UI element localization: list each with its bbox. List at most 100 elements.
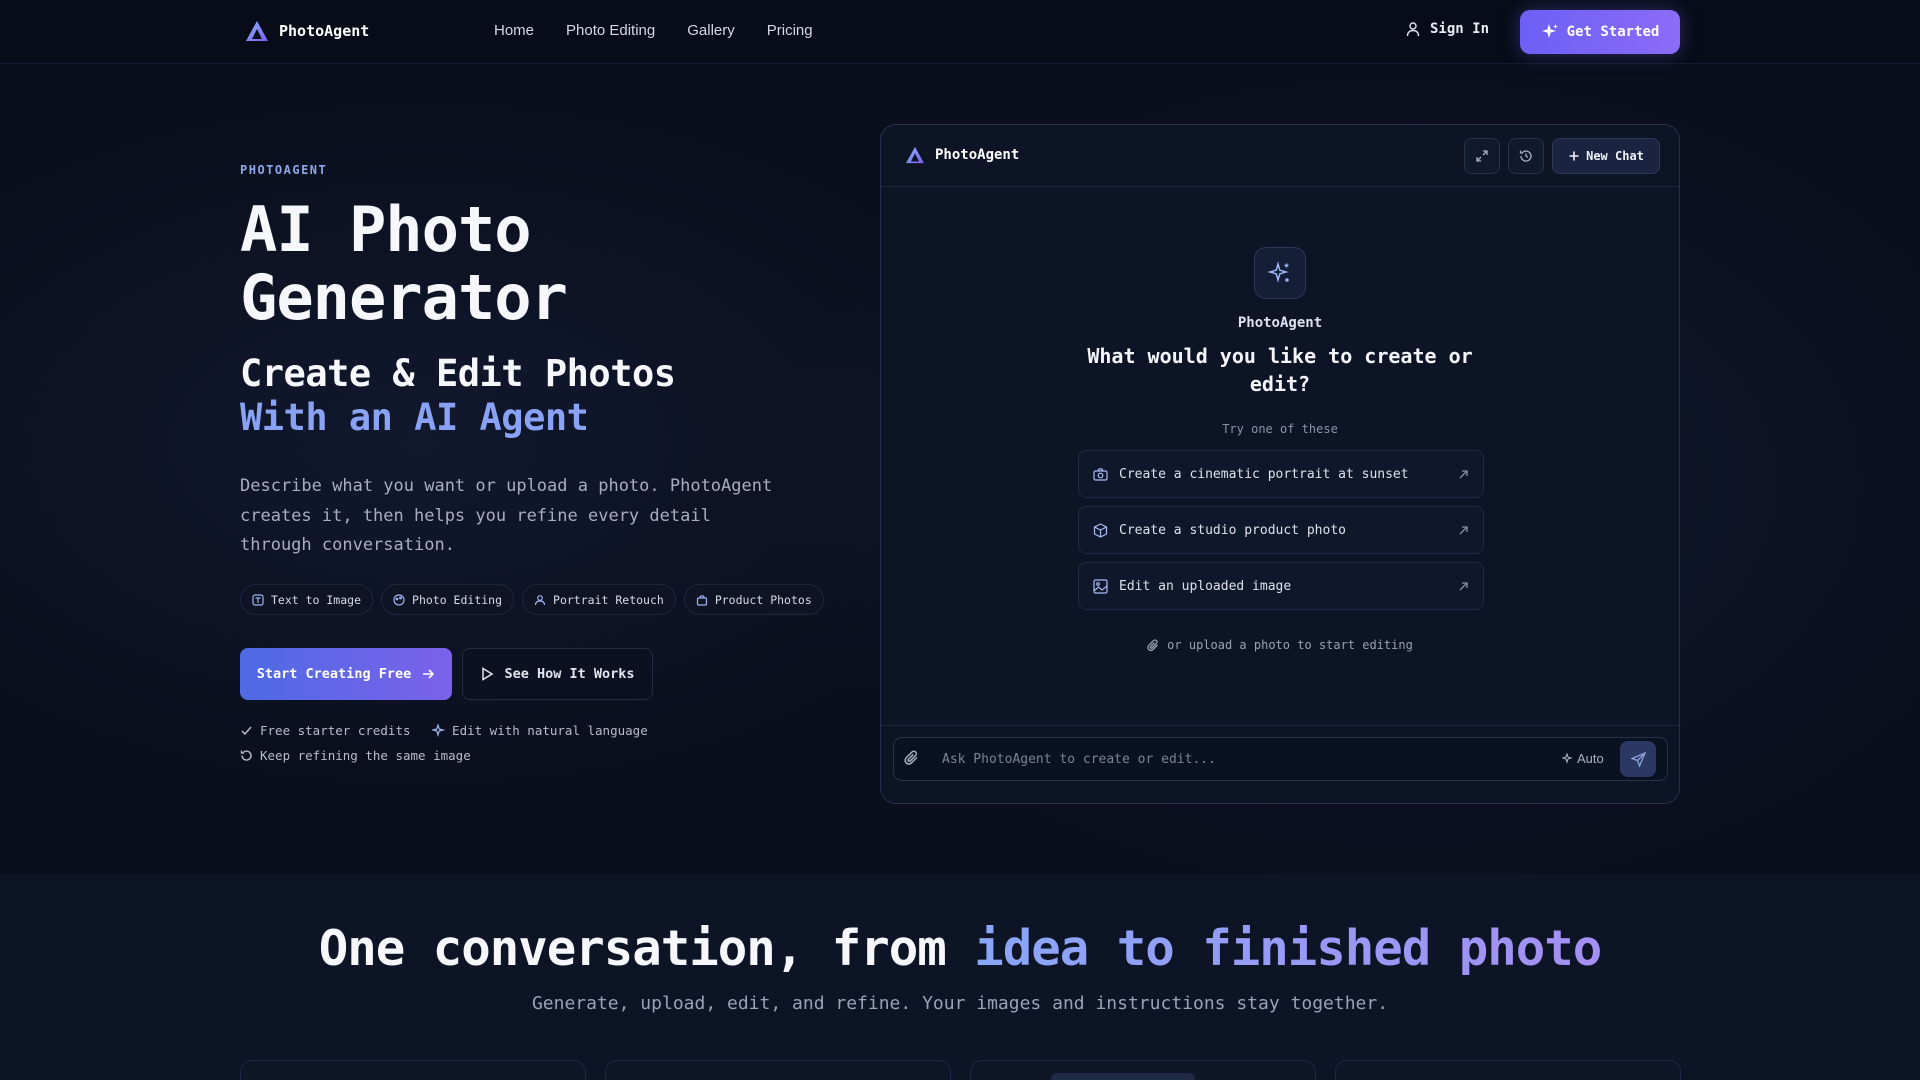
- plus-icon: [1569, 151, 1579, 161]
- chat-header: PhotoAgent New Chat: [881, 125, 1679, 187]
- chat-prompt-text: What would you like to create or edit?: [1087, 344, 1473, 396]
- hero-eyebrow: PHOTOAGENT: [240, 163, 328, 177]
- chip-portrait-retouch[interactable]: Portrait Retouch: [522, 584, 676, 615]
- feature-chips: Text to Image Photo Editing Portrait Ret…: [240, 584, 824, 615]
- section-title: One conversation, from idea to finished …: [0, 920, 1920, 977]
- hero-title: AI Photo Generator: [240, 196, 800, 332]
- brand-logo[interactable]: PhotoAgent: [245, 20, 369, 42]
- text-image-icon: [252, 593, 264, 606]
- feature-card: [605, 1060, 951, 1080]
- shopping-bag-icon: [696, 594, 707, 606]
- features-section-background: [0, 874, 1920, 1080]
- upload-photo-link[interactable]: or upload a photo to start editing: [881, 638, 1679, 652]
- chat-composer: Auto: [881, 725, 1679, 803]
- agent-name: PhotoAgent: [1237, 315, 1323, 331]
- mode-selector[interactable]: Auto: [1562, 751, 1604, 766]
- play-icon: [482, 667, 494, 681]
- paperclip-icon: [904, 750, 918, 765]
- attach-button[interactable]: [904, 750, 920, 770]
- start-creating-label: Start Creating Free: [256, 666, 412, 682]
- main-nav: Home Photo Editing Gallery Pricing: [494, 22, 813, 39]
- perk-label: Keep refining the same image: [260, 748, 471, 763]
- arrow-up-right-icon: [1459, 525, 1468, 534]
- paperclip-icon: [1147, 638, 1159, 651]
- suggestion-item[interactable]: Create a studio product photo: [1078, 506, 1484, 554]
- image-edit-icon: [1093, 578, 1108, 594]
- new-chat-label: New Chat: [1586, 149, 1644, 163]
- suggestion-label: Edit an uploaded image: [1119, 578, 1292, 594]
- sparkle-icon: [1562, 753, 1573, 764]
- agent-avatar: [1254, 247, 1306, 299]
- chat-input-box: Auto: [893, 737, 1668, 781]
- triangle-logo-icon: [246, 21, 268, 41]
- hero-title-line-2: Generator: [240, 261, 568, 334]
- chip-label: Portrait Retouch: [553, 592, 664, 607]
- chat-header-title: PhotoAgent: [935, 147, 1020, 163]
- start-creating-button[interactable]: Start Creating Free: [240, 648, 452, 700]
- new-chat-button[interactable]: New Chat: [1552, 138, 1660, 174]
- try-label: Try one of these: [1222, 422, 1338, 436]
- check-icon: [241, 726, 252, 736]
- mode-label: Auto: [1577, 751, 1604, 766]
- suggestion-item[interactable]: Create a cinematic portrait at sunset: [1078, 450, 1484, 498]
- chip-label: Photo Editing: [412, 592, 503, 607]
- expand-icon: [1476, 150, 1488, 162]
- triangle-logo-icon: [906, 146, 924, 164]
- perk-item: Edit with natural language: [432, 723, 648, 738]
- chip-text-to-image[interactable]: Text to Image: [240, 584, 374, 615]
- nav-link-photo-editing[interactable]: Photo Editing: [566, 22, 655, 39]
- history-icon: [1519, 150, 1532, 162]
- section-title-plain: One conversation, from: [318, 920, 975, 977]
- sparkle-icon: [1268, 261, 1289, 283]
- history-button[interactable]: [1508, 138, 1544, 174]
- chip-label: Product Photos: [714, 592, 812, 607]
- user-icon: [1406, 22, 1420, 37]
- sign-in-button[interactable]: Sign In: [1405, 21, 1489, 37]
- perk-item: Keep refining the same image: [240, 748, 471, 763]
- hero-subtitle-line-2: With an AI Agent: [240, 396, 589, 439]
- suggestion-label: Create a cinematic portrait at sunset: [1119, 466, 1409, 482]
- palette-icon: [393, 593, 405, 606]
- chip-label: Text to Image: [271, 592, 362, 607]
- get-started-button[interactable]: Get Started: [1520, 10, 1680, 54]
- hero-description: Describe what you want or upload a photo…: [240, 476, 773, 555]
- card-tab: [1051, 1073, 1195, 1080]
- section-subtitle: Generate, upload, edit, and refine. Your…: [531, 993, 1389, 1014]
- sparkle-icon: [432, 724, 446, 737]
- see-how-label: See How It Works: [504, 666, 635, 682]
- feature-card: [970, 1060, 1316, 1080]
- see-how-it-works-button[interactable]: See How It Works: [462, 648, 653, 700]
- nav-link-gallery[interactable]: Gallery: [687, 22, 735, 39]
- nav-link-home[interactable]: Home: [494, 22, 534, 39]
- hero-title-line-1: AI Photo: [240, 193, 532, 266]
- package-icon: [1093, 522, 1108, 538]
- nav-link-pricing[interactable]: Pricing: [767, 22, 813, 39]
- send-icon: [1630, 751, 1646, 767]
- camera-icon: [1093, 467, 1108, 481]
- arrow-up-right-icon: [1459, 581, 1468, 590]
- suggestion-label: Create a studio product photo: [1119, 522, 1346, 538]
- top-navbar: PhotoAgent Home Photo Editing Gallery Pr…: [0, 0, 1920, 64]
- sign-in-label: Sign In: [1430, 21, 1490, 37]
- feature-card: [240, 1060, 586, 1080]
- brand-name: PhotoAgent: [279, 22, 370, 40]
- chip-photo-editing[interactable]: Photo Editing: [381, 584, 515, 615]
- feature-card: [1335, 1060, 1681, 1080]
- send-button[interactable]: [1620, 741, 1656, 777]
- chat-input[interactable]: [942, 738, 1542, 780]
- section-title-highlight: idea to finished photo: [974, 920, 1602, 977]
- perk-label: Free starter credits: [260, 723, 411, 738]
- refresh-icon: [240, 750, 252, 761]
- expand-button[interactable]: [1464, 138, 1500, 174]
- perk-item: Free starter credits: [240, 723, 411, 738]
- chat-panel: PhotoAgent New Chat PhotoAgent What woul…: [880, 124, 1680, 804]
- chip-product-photos[interactable]: Product Photos: [683, 584, 824, 615]
- perks-list: Free starter credits Edit with natural l…: [240, 723, 760, 773]
- sparkle-icon: [1541, 24, 1558, 38]
- portrait-icon: [534, 594, 546, 605]
- hero-subtitle-line-1: Create & Edit Photos: [240, 352, 676, 395]
- suggestion-item[interactable]: Edit an uploaded image: [1078, 562, 1484, 610]
- chat-prompt-title: What would you like to create or edit?: [881, 342, 1679, 398]
- upload-hint-label: or upload a photo to start editing: [1167, 638, 1413, 652]
- get-started-label: Get Started: [1566, 24, 1660, 40]
